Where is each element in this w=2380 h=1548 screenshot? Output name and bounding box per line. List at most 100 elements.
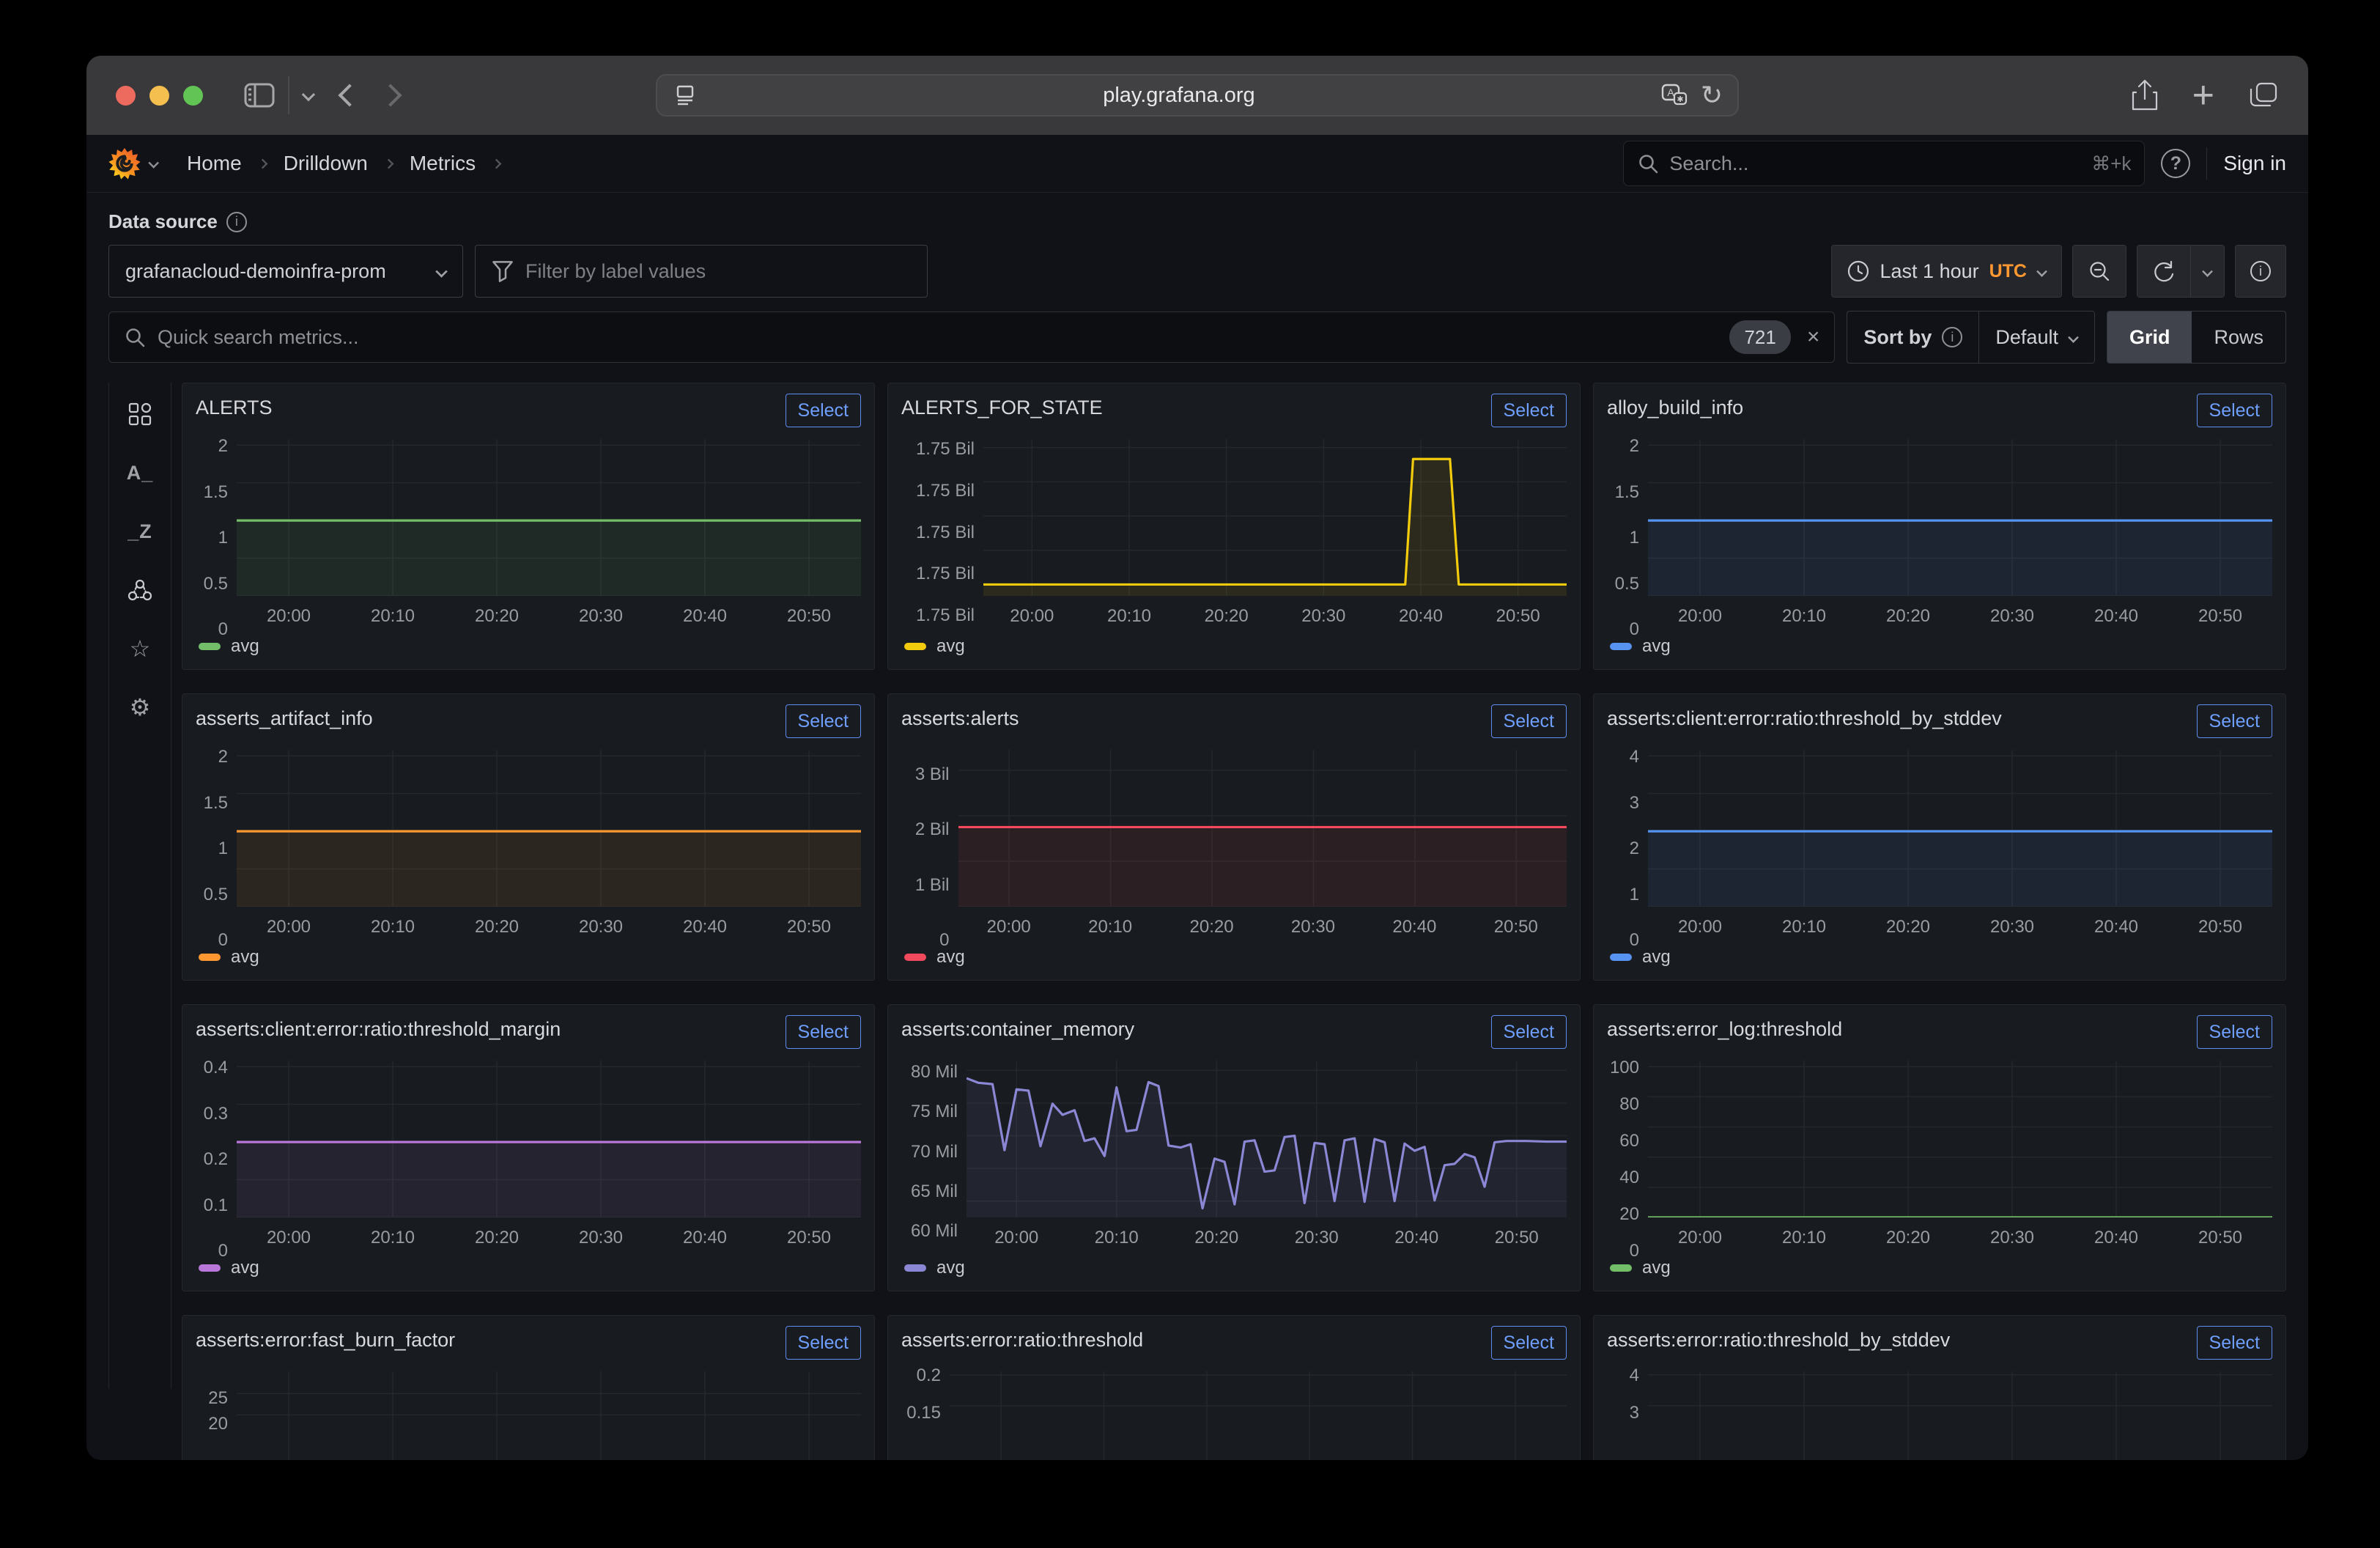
datasource-select[interactable]: grafanacloud-demoinfra-prom (108, 245, 463, 298)
y-tick-label: 0.5 (204, 885, 228, 905)
breadcrumb-metrics[interactable]: Metrics (410, 152, 476, 175)
address-bar[interactable]: play.grafana.org A✱ ↻ (656, 74, 1739, 117)
sort-az-suffix-button[interactable]: _Z (118, 519, 162, 544)
org-switcher-button[interactable] (149, 160, 156, 167)
legend-label[interactable]: avg (1642, 1258, 1671, 1278)
breadcrumb-home[interactable]: Home (187, 152, 242, 175)
metric-panel: ALERTS Select 00.511.52 20:0020:1020:202… (182, 383, 875, 670)
view-mode-icon[interactable] (118, 402, 162, 427)
panel-legend: avg (901, 940, 1567, 974)
favorites-button[interactable]: ☆ (118, 636, 162, 661)
panel-select-button[interactable]: Select (2197, 1326, 2272, 1360)
help-icon[interactable]: ? (2161, 149, 2190, 178)
group-button[interactable] (118, 578, 162, 602)
quick-search-input[interactable] (158, 326, 1718, 349)
legend-label[interactable]: avg (1642, 947, 1671, 968)
reload-icon[interactable]: ↻ (1701, 82, 1723, 108)
panel-select-button[interactable]: Select (1491, 394, 1567, 427)
panel-select-button[interactable]: Select (786, 394, 861, 427)
legend-label[interactable]: avg (231, 636, 259, 657)
panel-select-button[interactable]: Select (786, 1015, 861, 1049)
panel-header: asserts:error_log:threshold Select (1607, 1015, 2272, 1058)
sort-value-dropdown[interactable]: Default (1979, 312, 2094, 363)
translate-icon[interactable]: A✱ (1660, 82, 1689, 108)
y-tick-label: 0 (1630, 1241, 1639, 1261)
back-button[interactable] (341, 87, 358, 103)
panel-select-button[interactable]: Select (1491, 1015, 1567, 1049)
panel-select-button[interactable]: Select (2197, 394, 2272, 427)
datasource-label: Data source (108, 210, 218, 233)
y-tick-label: 75 Mil (911, 1102, 958, 1122)
new-tab-button[interactable]: + (2192, 73, 2214, 117)
plot-area[interactable] (237, 1061, 861, 1217)
zoom-out-button[interactable] (2072, 245, 2126, 298)
x-tick-label: 20:40 (2094, 606, 2138, 627)
chevron-down-icon (435, 265, 448, 278)
legend-label[interactable]: avg (231, 947, 259, 968)
quick-search-box[interactable]: 721 × (108, 312, 1835, 363)
legend-swatch (1610, 954, 1632, 961)
metric-panel: asserts:error_log:threshold Select 02040… (1593, 1004, 2286, 1291)
view-grid-button[interactable]: Grid (2107, 312, 2192, 363)
breadcrumb-drilldown[interactable]: Drilldown (284, 152, 368, 175)
refresh-interval-button[interactable] (2190, 245, 2225, 298)
y-tick-label: 60 (1619, 1131, 1639, 1151)
global-search-input[interactable] (1669, 152, 2081, 175)
panel-chart: 020406080100 20:0020:1020:2020:3020:4020… (1607, 1061, 2272, 1251)
panel-select-button[interactable]: Select (786, 704, 861, 738)
panel-select-button[interactable]: Select (1491, 704, 1567, 738)
sort-az-prefix-button[interactable]: A_ (118, 460, 162, 485)
panel-legend: avg (1607, 940, 2272, 974)
zoom-window-button[interactable] (183, 86, 203, 106)
plot-area[interactable] (237, 1371, 861, 1460)
info-icon[interactable]: i (1942, 327, 1962, 347)
plot-area[interactable] (950, 1371, 1567, 1460)
chevron-down-icon (2036, 266, 2047, 277)
sign-in-button[interactable]: Sign in (2223, 152, 2286, 175)
plot-area[interactable] (983, 439, 1567, 596)
view-rows-button[interactable]: Rows (2192, 312, 2285, 363)
panel-select-button[interactable]: Select (2197, 1015, 2272, 1049)
sidebar-chevron-button[interactable] (303, 91, 312, 100)
breadcrumb-separator-icon (383, 158, 393, 169)
plot-area[interactable] (1648, 750, 2272, 907)
panel-select-button[interactable]: Select (2197, 704, 2272, 738)
legend-label[interactable]: avg (1642, 636, 1671, 657)
forward-button[interactable] (382, 87, 399, 103)
refresh-button[interactable] (2137, 245, 2190, 298)
label-filter-input[interactable] (525, 260, 911, 283)
tab-overview-icon[interactable] (2248, 81, 2279, 110)
settings-button[interactable]: ⚙ (118, 695, 162, 720)
time-range-picker[interactable]: Last 1 hour UTC (1831, 245, 2062, 298)
panel-info-button[interactable]: i (2235, 245, 2286, 298)
panel-select-button[interactable]: Select (786, 1326, 861, 1360)
plot-area[interactable] (237, 439, 861, 596)
gear-icon: ⚙ (130, 696, 151, 719)
sidebar-toggle-button[interactable] (244, 83, 275, 108)
x-tick-label: 20:40 (683, 917, 727, 937)
panel-select-button[interactable]: Select (1491, 1326, 1567, 1360)
close-window-button[interactable] (116, 86, 136, 106)
clear-search-button[interactable]: × (1807, 325, 1820, 350)
x-tick-label: 20:30 (1301, 606, 1345, 627)
y-tick-label: 1.75 Bil (916, 439, 975, 460)
plot-area[interactable] (967, 1061, 1567, 1217)
info-icon[interactable]: i (226, 212, 247, 232)
reader-icon[interactable] (672, 82, 698, 108)
global-search-box[interactable]: ⌘+k (1623, 141, 2145, 186)
plot-area[interactable] (1648, 1061, 2272, 1217)
plot-area[interactable] (958, 750, 1567, 907)
y-tick-label: 2 (1630, 838, 1639, 859)
plot-area[interactable] (237, 750, 861, 907)
legend-label[interactable]: avg (231, 1258, 259, 1278)
plot-area[interactable] (1648, 1371, 2272, 1460)
minimize-window-button[interactable] (149, 86, 169, 106)
label-filter-field[interactable] (475, 245, 928, 298)
legend-label[interactable]: avg (936, 636, 965, 657)
legend-label[interactable]: avg (936, 1258, 965, 1278)
share-icon[interactable] (2131, 79, 2159, 111)
plot-area[interactable] (1648, 439, 2272, 596)
x-axis: 20:0020:1020:2020:3020:4020:50 (237, 907, 861, 940)
grafana-logo[interactable] (108, 147, 141, 180)
x-tick-label: 20:00 (1678, 1228, 1722, 1248)
